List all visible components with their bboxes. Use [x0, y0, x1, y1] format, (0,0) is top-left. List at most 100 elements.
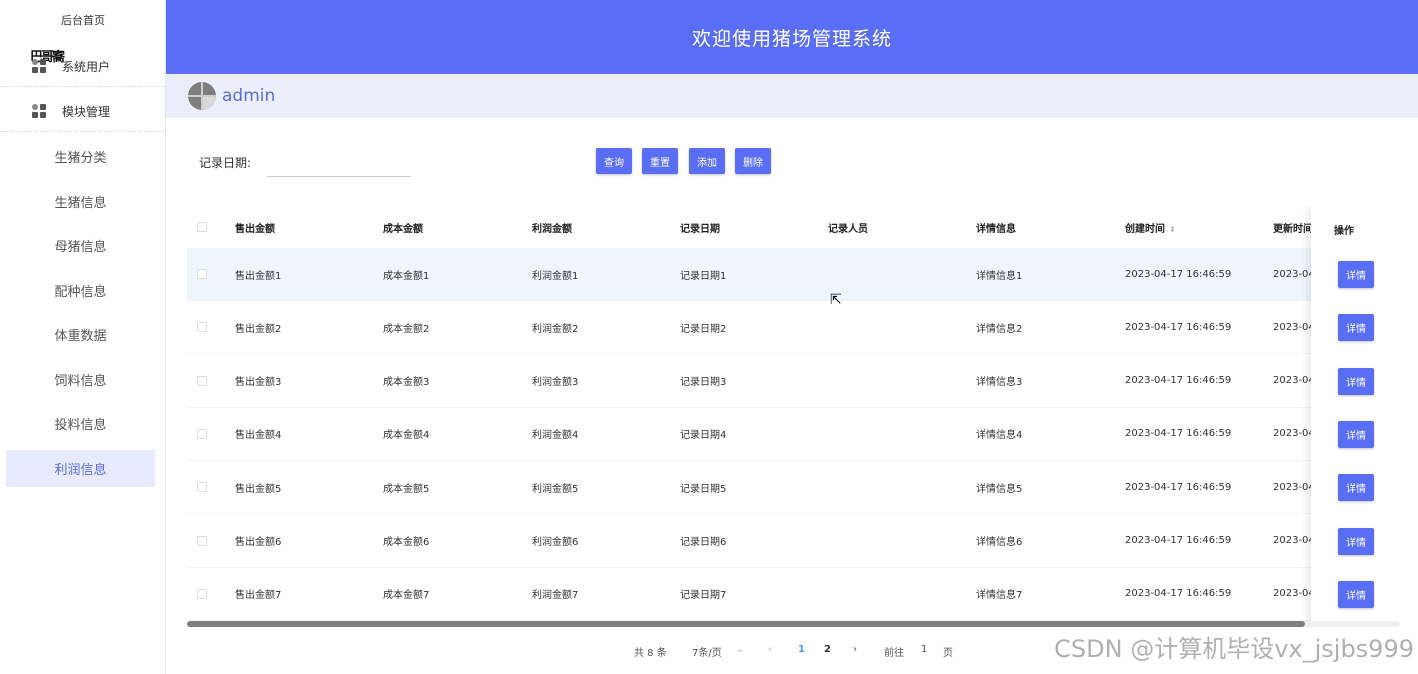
table-cell: 售出金额3: [235, 377, 282, 389]
column-header: 记录人员: [828, 223, 868, 235]
table-cell: 2023-04-17 16:46:59: [1125, 588, 1232, 600]
table-cell: 成本金额3: [383, 377, 430, 389]
add-button[interactable]: 添加: [689, 148, 725, 174]
column-header-label: 创建时间: [1125, 223, 1165, 235]
page-number-1[interactable]: 1: [798, 644, 805, 655]
table-cell: 售出金额2: [235, 323, 282, 335]
table-cell: 2023-04-17 16:46:59: [1125, 321, 1232, 333]
column-header: 记录日期: [680, 223, 720, 235]
reset-button[interactable]: 重置: [642, 148, 678, 174]
table-cell: 详情信息6: [976, 537, 1023, 548]
table-cell: 详情信息7: [976, 590, 1023, 602]
prev-page-icon[interactable]: ‹: [768, 644, 772, 655]
sidebar: 后台首页 巴哥㝯 系统用户 模块管理 生猪分类 生猪信息 母猪信息 配种信息 体重数据饲…: [0, 0, 166, 674]
sidebar-item[interactable]: 母猪信息: [6, 227, 155, 264]
sidebar-group-system-users[interactable]: 系统用户: [0, 44, 166, 88]
grid-icon: [32, 104, 46, 118]
page-size-select[interactable]: 7条/页: [692, 644, 722, 659]
table-cell: 记录日期2: [680, 323, 727, 335]
table-cell: 成本金额6: [383, 537, 430, 548]
table-cell: 2023-04-17 16:46:59: [1125, 268, 1232, 280]
column-header-created-time[interactable]: 创建时间 ⬍: [1125, 220, 1176, 235]
row-checkbox[interactable]: [197, 375, 207, 386]
table-row[interactable]: 售出金额4 成本金额4 利润金额4 记录日期4 详情信息4 2023-04-17 16:4…: [187, 408, 1400, 461]
sidebar-item[interactable]: 生猪分类: [6, 138, 155, 175]
table-cell: 详情信息2: [976, 323, 1023, 335]
table-cell: 利润金额1: [532, 270, 579, 282]
delete-button[interactable]: 删除: [735, 148, 771, 174]
goto-prefix: 前往: [884, 648, 904, 659]
sidebar-group-label: 模块管理: [62, 104, 111, 119]
record-date-label: 记录日期:: [199, 156, 252, 170]
sidebar-item[interactable]: 饲料信息: [6, 361, 155, 398]
row-checkbox[interactable]: [197, 428, 207, 439]
column-header: 更新时间: [1273, 223, 1313, 235]
table-cell: 2023-04-17 16:46:59: [1125, 428, 1232, 440]
table-cell: 利润金额5: [532, 483, 579, 495]
divider: [0, 86, 166, 87]
sidebar-group-module-management[interactable]: 模块管理: [0, 89, 166, 133]
table-cell: 2023-04-17 16:46:59: [1125, 375, 1232, 387]
row-checkbox[interactable]: [197, 322, 207, 333]
table-cell: 详情信息5: [976, 483, 1023, 495]
table-cell: 2023-04-17 16:46:59: [1125, 535, 1232, 546]
table-row[interactable]: 售出金额3 成本金额3 利润金额3 记录日期3 详情信息3 2023-04-17 16:4…: [187, 355, 1400, 408]
table-row[interactable]: 售出金额7 成本金额7 利润金额7 记录日期7 详情信息7 2023-04-17 16:4…: [187, 568, 1400, 621]
query-button[interactable]: 查询: [596, 148, 632, 174]
table-row[interactable]: 售出金额2 成本金额2 利润金额2 记录日期2 详情信息2 2023-04-17 16:4…: [187, 301, 1400, 355]
detail-button[interactable]: 详情: [1338, 261, 1374, 288]
select-all-checkbox[interactable]: [197, 222, 207, 232]
table-row[interactable]: 售出金额6 成本金额6 利润金额6 记录日期6 详情信息6 2023-04-17 16:4…: [187, 515, 1400, 568]
table-cell: 成本金额1: [383, 270, 430, 282]
page-number-2[interactable]: 2: [824, 644, 831, 655]
goto-page-input[interactable]: 1: [921, 644, 927, 655]
table-cell: 售出金额5: [235, 483, 282, 495]
horizontal-scrollbar[interactable]: [187, 621, 1400, 627]
username[interactable]: admin: [222, 86, 275, 106]
user-bar: admin: [166, 74, 1418, 118]
chevron-down-icon[interactable]: ⌄: [736, 644, 744, 655]
sort-icon[interactable]: ⬍: [1169, 225, 1176, 234]
column-header: 利润金额: [532, 223, 572, 235]
table-cell: 详情信息4: [976, 430, 1023, 442]
table-cell: 2023-04-17 16:46:59: [1125, 481, 1232, 493]
detail-button[interactable]: 详情: [1338, 420, 1374, 448]
row-checkbox[interactable]: [197, 482, 207, 493]
next-page-icon[interactable]: ›: [853, 644, 857, 655]
main-content: 记录日期: 查询 重置 添加 删除 售出金额 成本金额 利润金额 记录日期 记录…: [172, 120, 1416, 674]
sidebar-item[interactable]: 体重数据: [6, 316, 155, 353]
row-checkbox[interactable]: [197, 535, 207, 546]
record-date-input[interactable]: [267, 148, 411, 177]
table-cell: 成本金额5: [383, 483, 430, 495]
scrollbar-thumb[interactable]: [187, 621, 1305, 627]
operations-header: 操作: [1334, 226, 1354, 237]
detail-button[interactable]: 详情: [1338, 580, 1374, 608]
table-cell: 记录日期5: [680, 483, 727, 495]
sidebar-item[interactable]: 利润信息: [6, 449, 155, 487]
table-cell: 记录日期3: [680, 377, 727, 389]
column-header: 成本金额: [383, 223, 423, 235]
column-header: 详情信息: [976, 223, 1016, 235]
table-row[interactable]: 售出金额1 成本金额1 利润金额1 记录日期1 详情信息1 2023-04-17 16:4…: [187, 248, 1400, 301]
table-cell: 详情信息3: [976, 377, 1023, 389]
sidebar-item[interactable]: 生猪信息: [6, 183, 155, 220]
mouse-cursor-icon: ⇱: [830, 292, 842, 308]
row-checkbox[interactable]: [197, 588, 207, 599]
detail-button[interactable]: 详情: [1338, 367, 1374, 395]
table-cell: 利润金额7: [532, 590, 579, 602]
detail-button[interactable]: 详情: [1338, 527, 1374, 555]
detail-button[interactable]: 详情: [1338, 474, 1374, 502]
data-table: 售出金额 成本金额 利润金额 记录日期 记录人员 详情信息 创建时间 ⬍ 更新时间…: [187, 206, 1400, 626]
table-cell: 详情信息1: [976, 270, 1023, 282]
sidebar-item[interactable]: 配种信息: [6, 272, 155, 309]
sidebar-home-link[interactable]: 后台首页: [0, 12, 166, 28]
detail-button[interactable]: 详情: [1338, 314, 1374, 342]
row-checkbox[interactable]: [197, 269, 207, 279]
avatar[interactable]: [188, 82, 216, 110]
sidebar-item[interactable]: 投料信息: [6, 405, 155, 442]
divider: [0, 131, 166, 132]
table-row[interactable]: 售出金额5 成本金额5 利润金额5 记录日期5 详情信息5 2023-04-17 16:4…: [187, 461, 1400, 515]
table-cell: 利润金额6: [532, 537, 579, 548]
table-cell: 利润金额3: [532, 377, 579, 389]
table-header: 售出金额 成本金额 利润金额 记录日期 记录人员 详情信息 创建时间 ⬍ 更新时间: [187, 206, 1400, 248]
